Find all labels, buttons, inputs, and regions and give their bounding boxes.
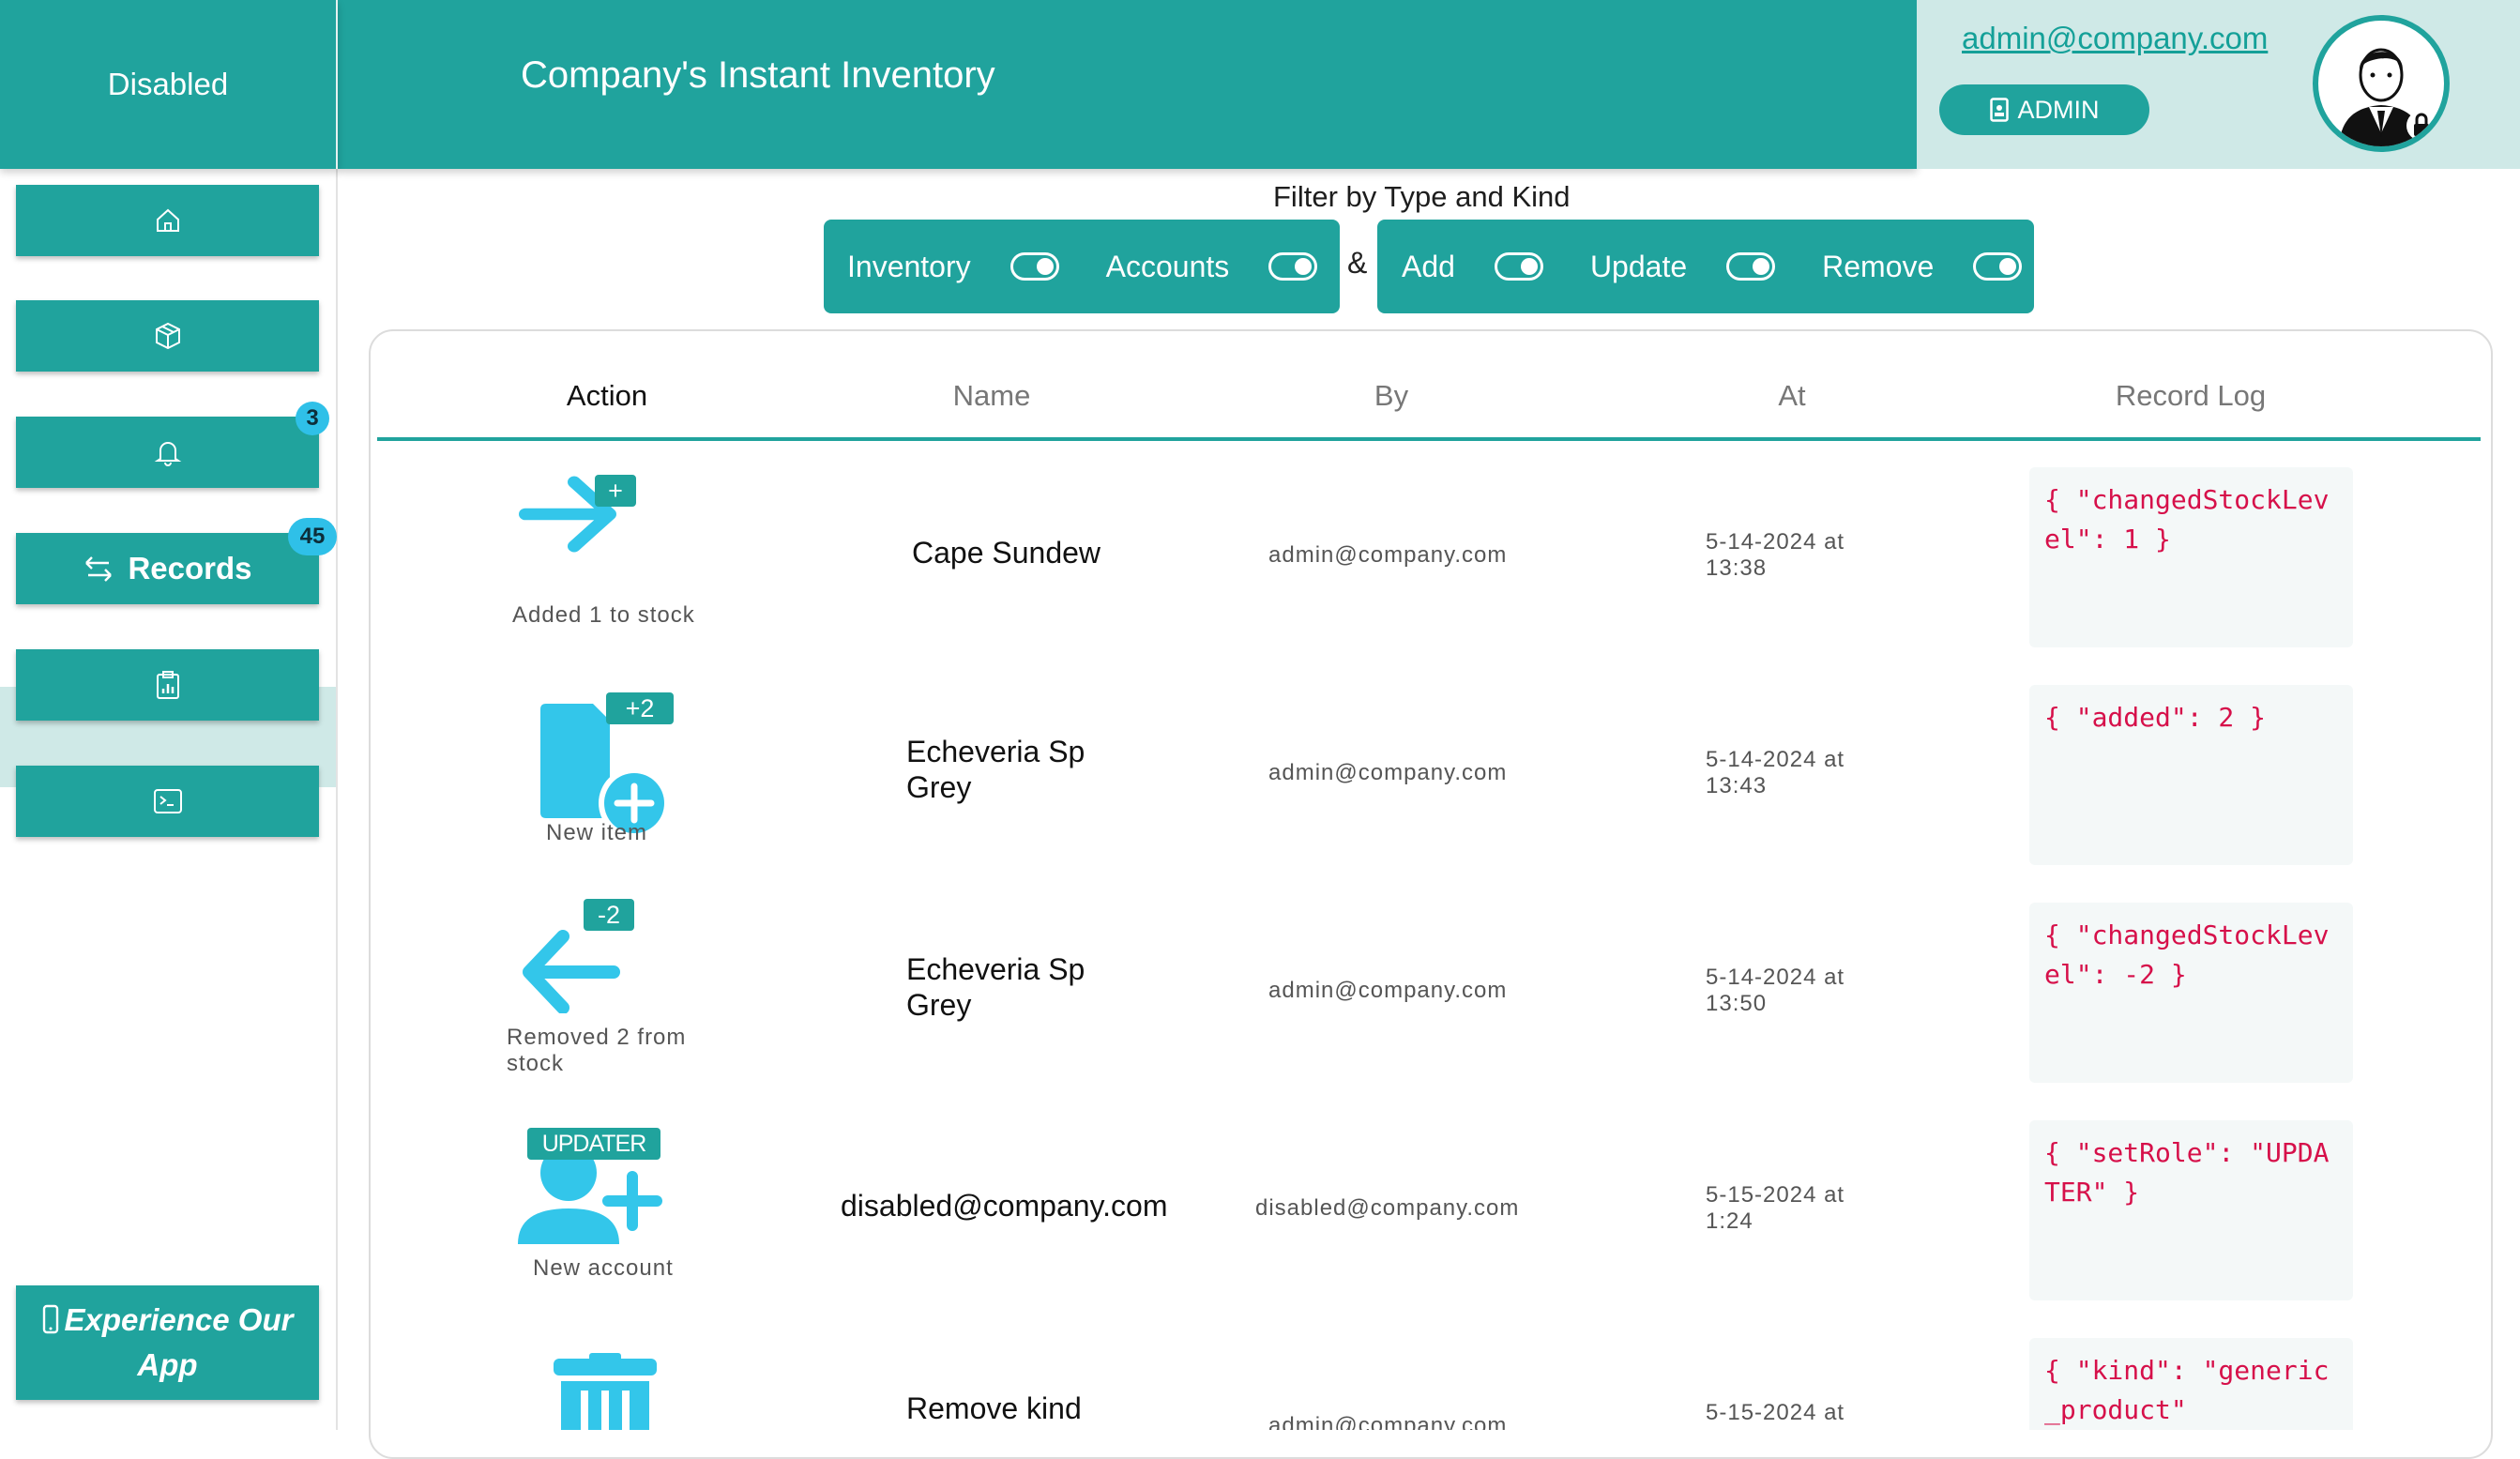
action-caption: Removed 2 from stock (507, 1025, 687, 1076)
sidebar-item-console[interactable] (16, 766, 319, 837)
column-header-action[interactable]: Action (567, 379, 647, 413)
sidebar-item-inventory[interactable] (16, 300, 319, 372)
record-at: 5-15-2024 at (1706, 1400, 1845, 1425)
sidebar-item-notifications[interactable] (16, 417, 319, 488)
record-at: 5-14-2024 at 13:43 (1706, 747, 1845, 798)
home-icon (154, 206, 182, 235)
record-log: { "kind": "generic_product" (2029, 1338, 2353, 1430)
type-filter-group: Inventory Accounts (824, 220, 1340, 313)
table-row[interactable]: +2 New item Echeveria Sp Grey admin@comp… (377, 674, 2481, 891)
action-caption: Added 1 to stock (512, 602, 695, 628)
record-by: disabled@company.com (1255, 1195, 1520, 1221)
accounts-toggle[interactable] (1268, 252, 1318, 281)
filter-inventory: Inventory (847, 250, 1059, 284)
filter-label: Update (1589, 249, 1688, 283)
record-log: { "changedStockLevel": 1 } (2029, 467, 2353, 647)
records-badge: 45 (288, 518, 337, 555)
column-header-record-log[interactable]: Record Log (2116, 379, 2266, 413)
column-header-at[interactable]: At (1778, 379, 1805, 413)
filter-add: Add (1402, 250, 1543, 284)
header-divider (377, 437, 2481, 441)
filter-update: Update (1589, 249, 1776, 284)
kind-filter-group: Add Update Remove (1377, 220, 2034, 313)
sidebar-item-reports[interactable] (16, 649, 319, 721)
add-toggle[interactable] (1494, 252, 1543, 281)
filter-label: Inventory (847, 249, 971, 283)
arrow-left-icon (510, 919, 623, 1013)
record-name: Echeveria Sp Grey (906, 952, 1085, 1022)
record-log: { "added": 2 } (2029, 685, 2353, 865)
bell-icon (154, 438, 182, 466)
record-by: admin@company.com (1268, 542, 1508, 568)
sidebar-item-records[interactable]: Records (16, 533, 319, 604)
filter-accounts: Accounts (1106, 250, 1318, 284)
role-badge[interactable]: ADMIN (1939, 84, 2149, 135)
box-icon (153, 321, 183, 351)
status-label: Disabled (107, 67, 229, 101)
record-log: { "setRole": "UPDATER" } (2029, 1120, 2353, 1300)
record-at: 5-14-2024 at 13:50 (1706, 965, 1845, 1016)
sidebar: 3 Records 45 (0, 169, 338, 1430)
action-badge: +2 (606, 692, 674, 724)
table-row[interactable]: Remove kind admin@company.com 5-15-2024 … (377, 1327, 2481, 1430)
table-row[interactable]: + Added 1 to stock Cape Sundew admin@com… (377, 456, 2481, 674)
role-label: ADMIN (2017, 95, 2100, 124)
column-header-by[interactable]: By (1374, 379, 1408, 413)
cta-label: Experience Our App (64, 1302, 294, 1382)
remove-toggle[interactable] (1973, 252, 2023, 281)
table-row[interactable]: -2 Removed 2 from stock Echeveria Sp Gre… (377, 891, 2481, 1109)
terminal-icon (153, 788, 183, 814)
filter-title: Filter by Type and Kind (1273, 180, 1571, 213)
record-name: Remove kind (906, 1391, 1082, 1425)
phone-icon (42, 1304, 59, 1334)
filter-separator: & (1347, 246, 1368, 280)
filter-label: Accounts (1105, 249, 1230, 283)
column-header-name[interactable]: Name (953, 379, 1031, 413)
update-toggle[interactable] (1726, 252, 1776, 281)
filter-label: Remove (1822, 249, 1935, 283)
filter-remove: Remove (1822, 249, 2023, 284)
filter-label: Add (1402, 249, 1455, 283)
action-badge: -2 (584, 899, 634, 931)
action-caption: New item (546, 820, 648, 845)
inventory-toggle[interactable] (1010, 252, 1059, 281)
avatar[interactable] (2313, 15, 2450, 152)
record-by: admin@company.com (1268, 978, 1508, 1003)
record-name: disabled@company.com (841, 1189, 1168, 1223)
record-by: admin@company.com (1268, 760, 1508, 785)
record-log: { "changedStockLevel": -2 } (2029, 903, 2353, 1083)
swap-arrows-icon (83, 555, 114, 583)
record-by: admin@company.com (1268, 1413, 1508, 1430)
action-badge: UPDATER (527, 1128, 660, 1160)
action-caption: New account (533, 1255, 674, 1281)
action-badge: + (595, 475, 636, 507)
id-badge-icon (1989, 98, 2009, 122)
status-header: Disabled (0, 0, 338, 169)
trash-icon (552, 1353, 659, 1430)
record-name: Echeveria Sp Grey (906, 735, 1085, 804)
top-bar: Company's Instant Inventory (338, 0, 1917, 169)
notifications-badge: 3 (296, 402, 329, 435)
record-name: Cape Sundew (912, 536, 1101, 570)
record-at: 5-14-2024 at 13:38 (1706, 529, 1845, 581)
app-title: Company's Instant Inventory (521, 54, 995, 96)
sidebar-item-label: Records (128, 551, 252, 585)
table-row[interactable]: UPDATER New account disabled@company.com… (377, 1109, 2481, 1327)
user-avatar-icon (2339, 48, 2437, 146)
experience-app-button[interactable]: Experience Our App (16, 1285, 319, 1400)
user-panel: admin@company.com ADMIN (1917, 0, 2520, 169)
sidebar-item-home[interactable] (16, 185, 319, 256)
clipboard-chart-icon (155, 670, 181, 700)
user-email-link[interactable]: admin@company.com (1962, 21, 2268, 56)
record-at: 5-15-2024 at 1:24 (1706, 1182, 1845, 1234)
